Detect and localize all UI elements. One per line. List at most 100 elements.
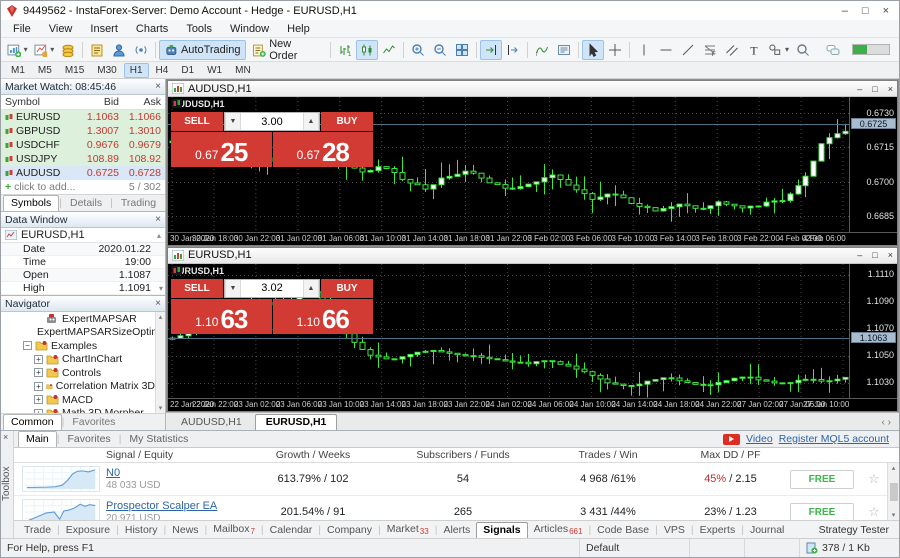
depth-of-market-button[interactable] [553, 40, 575, 60]
market-watch-row-gbpusd[interactable]: GBPUSD1.30071.3010 [1, 124, 165, 138]
navigator-close-icon[interactable]: × [155, 298, 161, 309]
chart-plot[interactable]: EURUSD,H1SELL▼3.02▲BUY1.10631.1066 [168, 264, 849, 399]
toolbox-tab-market[interactable]: Market33 [381, 522, 435, 538]
signal-row-n0[interactable]: N048 033 USD613.79% / 102544 968 /61%45%… [14, 463, 899, 496]
tree-item-chartinchart[interactable]: +ChartInChart [1, 353, 155, 367]
menu-item-charts[interactable]: Charts [128, 22, 176, 36]
text-label-button[interactable]: T [743, 40, 765, 60]
market-watch-footer[interactable]: + click to add... 5 / 302 [1, 180, 165, 194]
scroll-up-icon[interactable]: ▴ [892, 464, 896, 472]
timeframe-d1[interactable]: D1 [175, 63, 200, 78]
collapse-icon[interactable]: ▴ [157, 231, 161, 240]
tab-details[interactable]: Details [62, 195, 110, 211]
tab-favorites[interactable]: Favorites [64, 414, 123, 430]
toolbox-tab-signals[interactable]: Signals [476, 522, 527, 538]
dropdown-arrow-icon[interactable]: ▾ [785, 45, 789, 54]
objects-button[interactable]: ▾ [765, 40, 792, 60]
signals-broadcast-button[interactable] [130, 40, 152, 60]
profiles-button[interactable]: ▾ [31, 40, 58, 60]
maximize-button[interactable]: □ [862, 5, 869, 17]
expand-box-icon[interactable]: + [34, 355, 43, 364]
data-window-symbol-row[interactable]: EURUSD,H1 ▴ [1, 228, 165, 243]
free-button[interactable]: FREE [790, 470, 854, 489]
toolbox-tab-journal[interactable]: Journal [744, 523, 790, 538]
volume-increase-icon[interactable]: ▲ [303, 113, 319, 130]
tree-item-expertmapsar[interactable]: ExpertMAPSAR [1, 312, 155, 326]
toolbox-tab-history[interactable]: History [119, 523, 164, 538]
volume-value[interactable]: 3.02 [241, 280, 303, 297]
timeframe-m5[interactable]: M5 [32, 63, 58, 78]
chart-title-bar[interactable]: EURUSD,H1–□× [168, 248, 897, 264]
dropdown-arrow-icon[interactable]: ▾ [50, 45, 54, 54]
video-link[interactable]: Video [746, 433, 773, 445]
fibonacci-button[interactable]: F [699, 40, 721, 60]
equidistant-channel-button[interactable] [721, 40, 743, 60]
click-to-add-label[interactable]: click to add... [14, 181, 75, 193]
column-bid[interactable]: Bid [81, 96, 123, 108]
data-window-close-icon[interactable]: × [155, 214, 161, 225]
toolbox-tab-experts[interactable]: Experts [694, 523, 742, 538]
toolbox-tab-company[interactable]: Company [321, 523, 378, 538]
sell-button[interactable]: SELL [171, 112, 223, 131]
expand-box-icon[interactable]: + [34, 382, 43, 391]
tree-item-correlation-matrix-3d[interactable]: +Correlation Matrix 3D [1, 380, 155, 394]
buy-button[interactable]: BUY [321, 279, 373, 298]
timeframe-mn[interactable]: MN [229, 63, 257, 78]
sell-button[interactable]: SELL [171, 279, 223, 298]
tab-symbols[interactable]: Symbols [3, 195, 59, 211]
signal-row-prospector-scalper-ea[interactable]: Prospector Scalper EA20 971 USD201.54% /… [14, 496, 899, 520]
menu-item-insert[interactable]: Insert [82, 22, 126, 36]
buy-button[interactable]: BUY [321, 112, 373, 131]
autotrading-button[interactable]: AutoTrading [159, 40, 246, 60]
expand-box-icon[interactable]: + [34, 409, 43, 413]
buy-price-tile[interactable]: 1.1066 [273, 299, 374, 334]
tree-item-expertmapsarsizeoptim[interactable]: ExpertMAPSARSizeOptim [1, 326, 155, 340]
chart-title-bar[interactable]: AUDUSD,H1–□× [168, 81, 897, 97]
data-window-scroll-icon[interactable]: ▾ [159, 284, 163, 293]
bars-button[interactable]: 1 [334, 40, 356, 60]
column-trades-win[interactable]: Trades / Win [538, 449, 678, 461]
menu-item-file[interactable]: File [5, 22, 39, 36]
expand-box-icon[interactable]: + [34, 368, 43, 377]
signals-tab-favorites[interactable]: Favorites [60, 431, 119, 447]
vertical-line-button[interactable] [633, 40, 655, 60]
chart-plot[interactable]: AUDUSD,H1SELL▼3.00▲BUY0.67250.6728 [168, 97, 849, 232]
market-watch-row-usdchf[interactable]: USDCHF0.96760.9679 [1, 138, 165, 152]
market-watch-close-icon[interactable]: × [155, 81, 161, 92]
new-order-button[interactable]: New Order [246, 40, 327, 60]
navigator-scrollbar[interactable]: ▴▾ [155, 312, 165, 413]
toolbox-tab-trade[interactable]: Trade [18, 523, 57, 538]
favorite-star-icon[interactable]: ☆ [861, 471, 887, 487]
chart-maximize-button[interactable]: □ [872, 84, 877, 94]
signals-tab-main[interactable]: Main [18, 431, 57, 447]
register-mql5-link[interactable]: Register MQL5 account [779, 433, 889, 445]
toolbox-tab-mailbox[interactable]: Mailbox7 [207, 522, 261, 538]
chart-tab-audusd-h1[interactable]: AUDUSD,H1 [170, 414, 253, 430]
youtube-icon[interactable] [723, 434, 740, 445]
buy-price-tile[interactable]: 0.6728 [273, 132, 374, 167]
toolbox-tab-vps[interactable]: VPS [658, 523, 691, 538]
chart-tab-eurusd-h1[interactable]: EURUSD,H1 [255, 414, 338, 430]
chart-close-button[interactable]: × [888, 84, 893, 94]
add-symbol-icon[interactable]: + [5, 181, 11, 193]
crosshair-button[interactable] [604, 40, 626, 60]
toolbox-tab-calendar[interactable]: Calendar [264, 523, 319, 538]
timeframe-m1[interactable]: M1 [5, 63, 31, 78]
timeframe-h4[interactable]: H4 [150, 63, 175, 78]
scroll-thumb[interactable] [890, 483, 898, 501]
scroll-up-icon[interactable]: ▴ [159, 313, 163, 321]
search-button[interactable] [792, 40, 814, 60]
sell-price-tile[interactable]: 1.1063 [171, 299, 272, 334]
symbols-button[interactable] [57, 40, 79, 60]
timeframe-w1[interactable]: W1 [201, 63, 228, 78]
column-signal-equity[interactable]: Signal / Equity [106, 449, 238, 461]
signals-tab-my-statistics[interactable]: My Statistics [121, 431, 196, 447]
community-button[interactable] [108, 40, 130, 60]
tab-common[interactable]: Common [3, 414, 62, 430]
column-symbol[interactable]: Symbol [1, 96, 81, 108]
scroll-down-icon[interactable]: ▾ [892, 511, 896, 519]
timeframe-h1[interactable]: H1 [124, 63, 149, 78]
strategy-tester-label[interactable]: Strategy Tester [813, 524, 895, 538]
minimize-button[interactable]: – [842, 5, 848, 17]
chat-button[interactable] [822, 40, 844, 60]
